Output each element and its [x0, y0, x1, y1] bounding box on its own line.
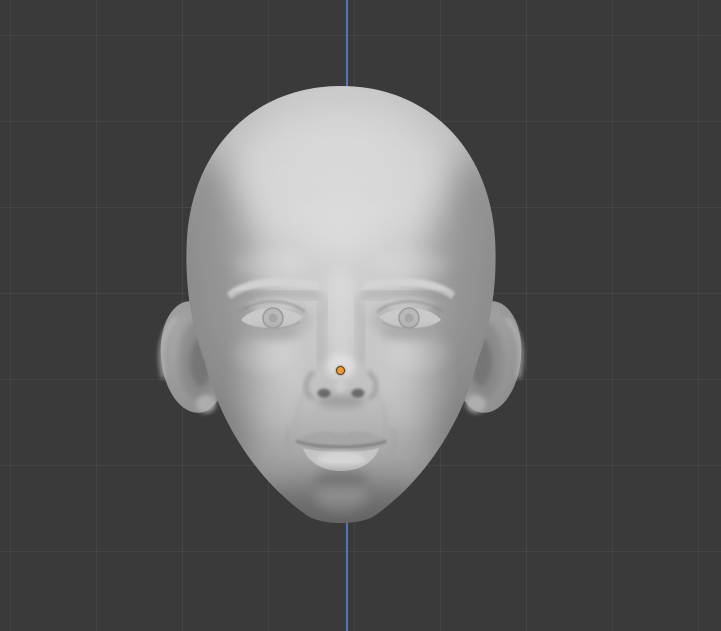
head-model[interactable] — [0, 0, 721, 631]
viewport-3d[interactable] — [0, 0, 721, 631]
object-origin-dot — [336, 366, 345, 375]
